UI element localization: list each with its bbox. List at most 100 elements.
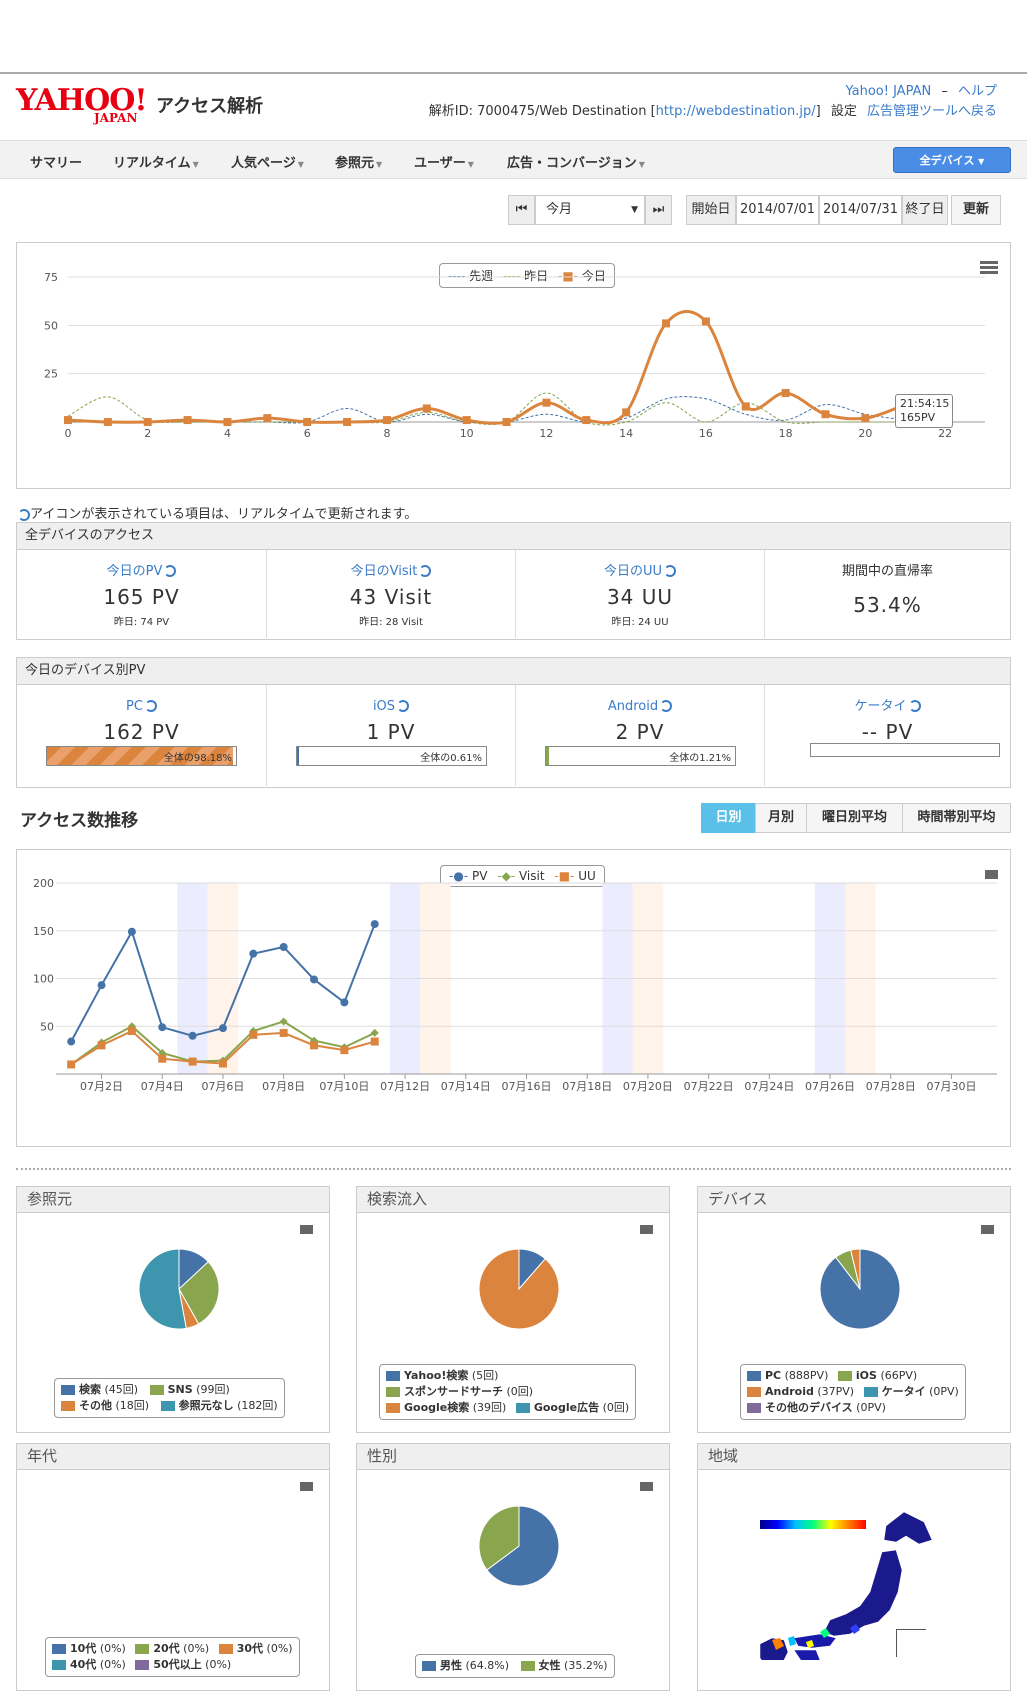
chart-menu-icon[interactable] <box>300 1482 313 1491</box>
legend-value: (99回) <box>196 1383 230 1396</box>
stat-label[interactable]: 今日のVisit <box>351 564 418 579</box>
data-point <box>263 414 272 423</box>
link-settings[interactable]: 設定 <box>831 104 857 119</box>
nav-realtime[interactable]: リアルタイム ▼ <box>113 152 199 171</box>
legend-label[interactable]: 30代 <box>237 1642 263 1655</box>
legend-label[interactable]: 女性 <box>539 1659 561 1672</box>
device-select-button[interactable]: 全デバイス ▼ <box>893 147 1011 173</box>
refresh-icon <box>164 564 177 577</box>
stat-sub: 昨日: 24 UU <box>611 617 669 628</box>
legend-label[interactable]: iOS <box>856 1369 877 1382</box>
tab-monthly[interactable]: 月別 <box>755 803 807 833</box>
stat-label[interactable]: iOS <box>373 699 395 714</box>
x-tick-label: 22 <box>938 427 952 440</box>
tab-weekday-avg[interactable]: 曜日別平均 <box>806 803 903 833</box>
data-point <box>701 317 710 326</box>
chart-menu-icon[interactable] <box>640 1482 653 1491</box>
data-point <box>218 1059 227 1068</box>
realtime-note: アイコンが表示されている項目は、リアルタイムで更新されます。 <box>16 503 417 522</box>
app-root: { "header": { "logo_text": "YAHOO!", "lo… <box>0 0 1027 1701</box>
link-sep: – <box>941 84 948 99</box>
stat-sub: 昨日: 28 Visit <box>359 617 423 628</box>
tab-hourly-avg[interactable]: 時間帯別平均 <box>902 803 1011 833</box>
pie-slice-Google検索 <box>478 1248 560 1330</box>
chart-menu-icon[interactable] <box>640 1225 653 1234</box>
mobile-share-bar <box>810 743 1000 757</box>
legend-label[interactable]: Google広告 <box>534 1401 599 1414</box>
y-tick-label: 50 <box>40 1020 54 1033</box>
legend-value: (0%) <box>183 1642 210 1655</box>
yahoo-logo[interactable]: YAHOO! JAPAN <box>16 86 148 126</box>
data-point <box>183 416 192 425</box>
legend-label[interactable]: PC <box>765 1369 781 1382</box>
y-tick-label: 200 <box>33 877 54 890</box>
site-url-link[interactable]: http://webdestination.jp/ <box>656 104 816 119</box>
update-button[interactable]: 更新 <box>951 195 1001 225</box>
x-tick-label: 07月14日 <box>441 1080 491 1093</box>
stat-label[interactable]: 今日のUU <box>604 564 662 579</box>
refresh-icon <box>660 699 673 712</box>
next-period-button[interactable]: ⏭ <box>645 195 672 225</box>
referrer-title: 参照元 <box>17 1187 329 1213</box>
link-yahoo-japan[interactable]: Yahoo! JAPAN <box>845 84 931 99</box>
device-android: Android 2 PV 全体の1.21% <box>516 685 765 786</box>
legend-label[interactable]: ケータイ <box>882 1385 926 1398</box>
stat-value: 2 PV <box>615 720 665 744</box>
legend-value: (0%) <box>99 1658 126 1671</box>
device-legend: PC (888PV) iOS (66PV) Android (37PV) ケータ… <box>740 1364 966 1420</box>
nav-popular[interactable]: 人気ページ ▼ <box>231 152 304 171</box>
x-tick-label: 07月24日 <box>744 1080 794 1093</box>
x-tick-label: 14 <box>619 427 633 440</box>
end-date-input[interactable]: 2014/07/31 <box>819 195 902 225</box>
legend-label[interactable]: Android <box>765 1385 814 1398</box>
legend-label[interactable]: 検索 <box>79 1383 101 1396</box>
period-select[interactable]: 今月 ▼ <box>535 195 645 225</box>
x-tick-label: 07月20日 <box>623 1080 673 1093</box>
legend-label[interactable]: 10代 <box>70 1642 96 1655</box>
stat-label[interactable]: PC <box>126 699 143 714</box>
data-point <box>370 920 379 929</box>
period-selector: ⏮ 今月 ▼ ⏭ <box>508 195 672 225</box>
tab-daily[interactable]: 日別 <box>701 803 756 833</box>
legend-label[interactable]: SNS <box>168 1383 193 1396</box>
nav-user[interactable]: ユーザー ▼ <box>414 152 474 171</box>
legend-label[interactable]: 参照元なし <box>179 1399 234 1412</box>
chart-menu-icon[interactable] <box>981 1225 994 1234</box>
okinawa-inset <box>896 1629 926 1657</box>
nav-referrer[interactable]: 参照元 ▼ <box>335 152 382 171</box>
legend-label[interactable]: Google検索 <box>404 1401 469 1414</box>
stat-label[interactable]: 今日のPV <box>107 564 163 579</box>
legend-label[interactable]: その他のデバイス <box>765 1401 853 1414</box>
swatch <box>52 1660 66 1670</box>
stat-label[interactable]: ケータイ <box>854 699 906 714</box>
link-admin[interactable]: 広告管理ツールへ戻る <box>867 104 997 119</box>
realtime-chart-panel: ---- 先週 ---- 昨日 -■- 今日 75 50 25 0 2 4 6 8 10 12 14… <box>16 242 1011 489</box>
legend-label[interactable]: 20代 <box>153 1642 179 1655</box>
stat-sub: 昨日: 74 PV <box>113 617 170 628</box>
data-point <box>279 1028 288 1037</box>
x-tick-label: 10 <box>460 427 474 440</box>
nav-summary[interactable]: サマリー <box>30 152 82 171</box>
trend-chart: 200 150 100 50 07月2日 07月4日 07月6日 07月8日 07月10日 07月… <box>33 877 997 1093</box>
refresh-icon <box>397 699 410 712</box>
stat-bounce-rate: 期間中の直帰率 53.4% <box>765 550 1010 638</box>
legend-value: (0回) <box>506 1385 534 1398</box>
legend-label[interactable]: 50代以上 <box>153 1658 201 1671</box>
nav-ad-conversion[interactable]: 広告・コンバージョン ▼ <box>507 152 645 171</box>
legend-value: (66PV) <box>880 1369 918 1382</box>
legend-label[interactable]: 男性 <box>440 1659 462 1672</box>
legend-value: (64.8%) <box>465 1659 510 1672</box>
refresh-icon <box>419 564 432 577</box>
nav-label: 人気ページ <box>231 156 296 171</box>
chart-menu-icon[interactable] <box>300 1225 313 1234</box>
legend-label[interactable]: 40代 <box>70 1658 96 1671</box>
stat-value: 1 PV <box>366 720 416 744</box>
link-help[interactable]: ヘルプ <box>958 84 997 99</box>
legend-label[interactable]: Yahoo!検索 <box>404 1369 468 1382</box>
data-point <box>310 975 319 984</box>
prev-period-button[interactable]: ⏮ <box>508 195 535 225</box>
legend-label[interactable]: スポンサードサーチ <box>404 1385 503 1398</box>
stat-label[interactable]: Android <box>608 699 658 714</box>
start-date-input[interactable]: 2014/07/01 <box>736 195 819 225</box>
legend-label[interactable]: その他 <box>79 1399 112 1412</box>
